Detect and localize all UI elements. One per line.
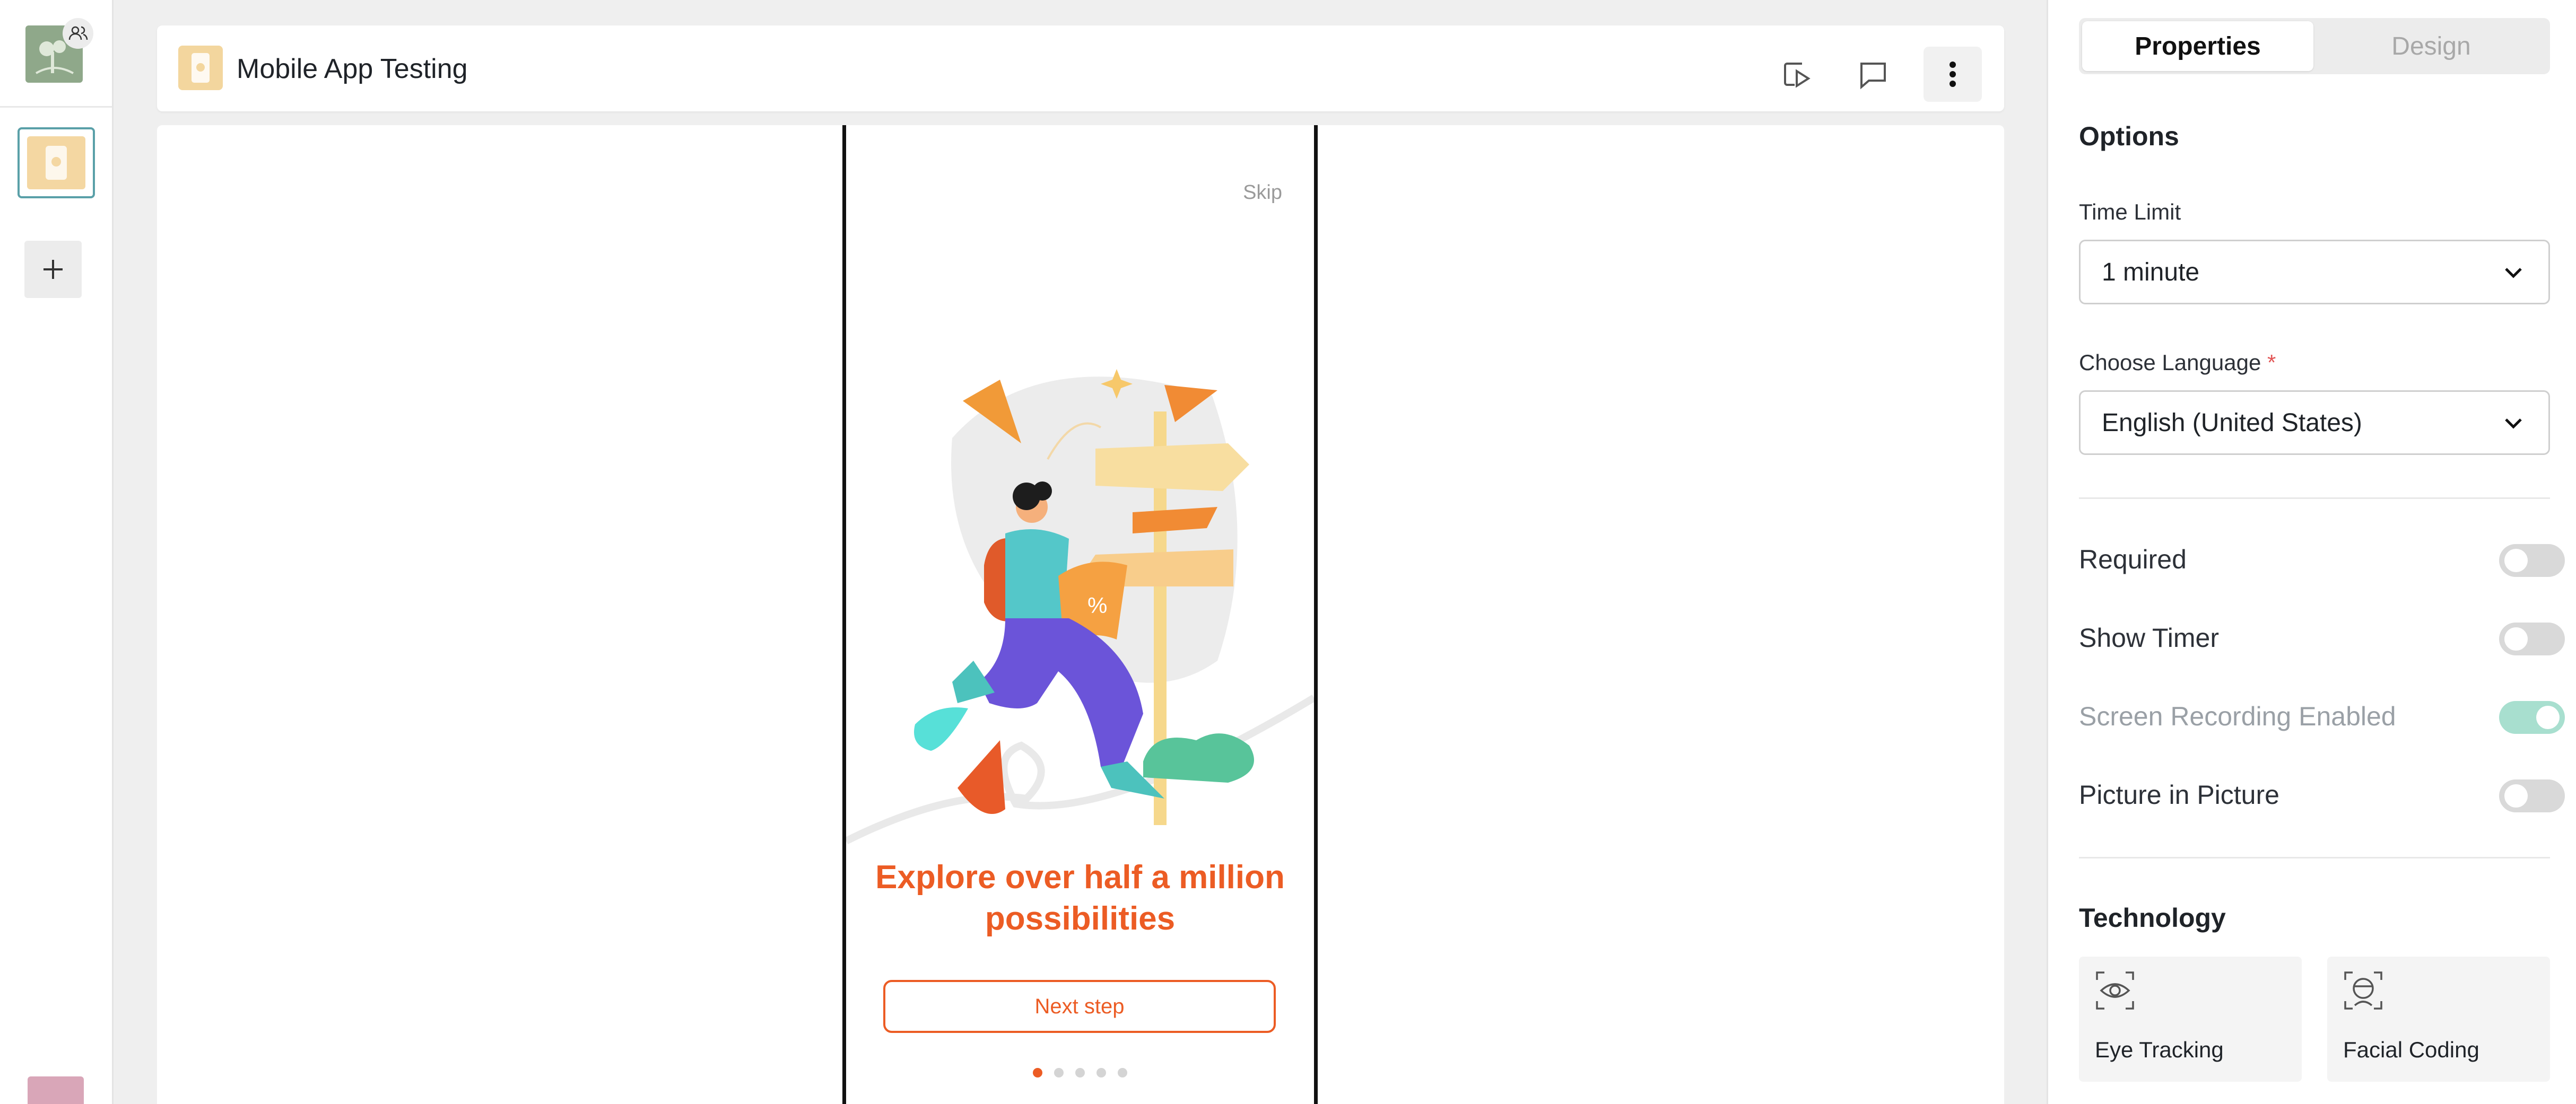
section-divider — [2079, 857, 2550, 858]
pagination-dot[interactable] — [1118, 1068, 1127, 1077]
facial-coding-card[interactable]: Facial Coding — [2327, 957, 2550, 1082]
pagination-dots — [846, 1068, 1314, 1077]
play-preview-icon — [1784, 63, 1811, 88]
add-page-button[interactable] — [24, 241, 82, 298]
preview-button[interactable] — [1768, 47, 1826, 102]
bottom-thumbnail[interactable] — [28, 1076, 84, 1104]
phone-preview[interactable]: Skip % Explore over half a million possi… — [842, 125, 1318, 1104]
tab-properties[interactable]: Properties — [2082, 21, 2313, 71]
eye-tracking-icon — [2096, 971, 2134, 1010]
eye-tracking-label: Eye Tracking — [2095, 1037, 2224, 1062]
panel-tabs: Properties Design — [2079, 18, 2550, 74]
tab-design[interactable]: Design — [2316, 21, 2547, 71]
options-heading: Options — [2079, 121, 2179, 151]
chevron-down-icon — [2505, 268, 2522, 278]
eye-tracking-card[interactable]: Eye Tracking — [2079, 957, 2302, 1082]
page-header: Mobile App Testing — [157, 25, 2004, 111]
pagination-dot[interactable] — [1096, 1068, 1106, 1077]
svg-text:%: % — [1087, 593, 1107, 618]
facial-coding-icon — [2344, 971, 2382, 1010]
explorer-illustration: % — [846, 369, 1314, 845]
language-value: English (United States) — [2102, 408, 2362, 437]
more-vertical-icon — [1950, 62, 1956, 87]
show-timer-toggle[interactable] — [2499, 623, 2565, 655]
properties-panel: Properties Design Options Time Limit 1 m… — [2047, 0, 2576, 1104]
choose-language-label: Choose Language * — [2079, 350, 2276, 375]
left-sidebar — [0, 0, 114, 1104]
more-options-button[interactable] — [1924, 47, 1982, 102]
picture-in-picture-label: Picture in Picture — [2079, 780, 2279, 810]
required-toggle[interactable] — [2499, 544, 2565, 577]
editor-canvas[interactable]: Skip % Explore over half a million possi… — [157, 125, 2004, 1104]
technology-heading: Technology — [2079, 903, 2226, 933]
time-limit-label: Time Limit — [2079, 199, 2181, 224]
sidebar-divider — [0, 106, 112, 108]
time-limit-value: 1 minute — [2102, 258, 2200, 286]
required-label: Required — [2079, 545, 2187, 574]
screen-recording-toggle[interactable] — [2499, 701, 2565, 734]
mobile-page-icon — [27, 136, 85, 189]
mobile-page-icon — [178, 46, 223, 90]
next-step-button[interactable]: Next step — [883, 980, 1276, 1033]
headline-line-1: Explore over half a million — [875, 859, 1285, 896]
choose-language-text: Choose Language — [2079, 350, 2261, 375]
page-title[interactable]: Mobile App Testing — [237, 53, 468, 85]
language-select[interactable]: English (United States) — [2079, 390, 2550, 455]
onboarding-headline: Explore over half a million possibilitie… — [846, 857, 1314, 940]
project-logo[interactable] — [25, 18, 93, 83]
pagination-dot[interactable] — [1075, 1068, 1085, 1077]
users-icon[interactable] — [63, 18, 93, 49]
screen-recording-label: Screen Recording Enabled — [2079, 702, 2396, 731]
plus-icon — [43, 260, 63, 279]
headline-line-2: possibilities — [985, 900, 1176, 937]
required-asterisk: * — [2267, 350, 2276, 375]
skip-link[interactable]: Skip — [1243, 181, 1282, 204]
comment-icon — [1860, 63, 1886, 90]
page-thumbnail[interactable] — [18, 127, 95, 198]
time-limit-select[interactable]: 1 minute — [2079, 240, 2550, 304]
show-timer-label: Show Timer — [2079, 623, 2219, 653]
comments-button[interactable] — [1844, 47, 1902, 102]
chevron-down-icon — [2505, 418, 2522, 429]
picture-in-picture-toggle[interactable] — [2499, 779, 2565, 812]
pagination-dot[interactable] — [1054, 1068, 1064, 1077]
section-divider — [2079, 497, 2550, 499]
facial-coding-label: Facial Coding — [2343, 1037, 2479, 1062]
pagination-dot-active[interactable] — [1033, 1068, 1042, 1077]
